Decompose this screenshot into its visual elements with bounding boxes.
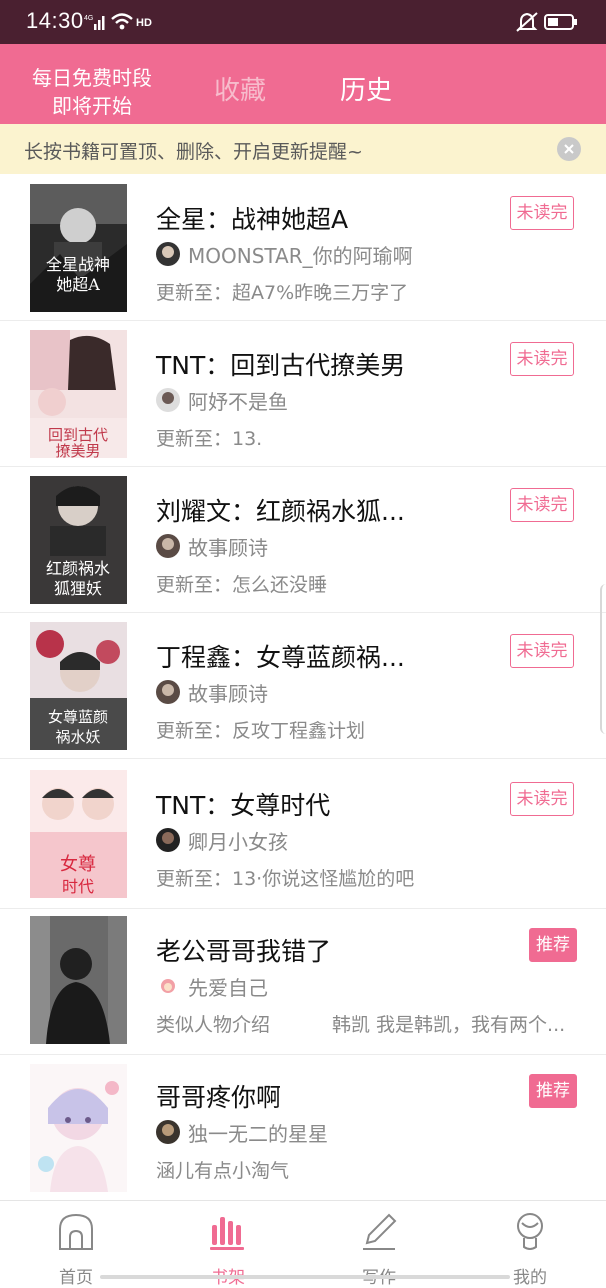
tab-favorites[interactable]: 收藏 [214, 70, 266, 107]
update-info: 更新至：13. [156, 428, 263, 450]
free-period-banner[interactable]: 每日免费时段 即将开始 [24, 64, 160, 120]
author-name: MOONSTAR_你的阿瑜啊 [188, 244, 413, 268]
promo-line-1: 每日免费时段 [32, 66, 152, 90]
unread-badge: 未读完 [510, 782, 574, 816]
update-extra: 韩凯 我是韩凯，我有两个... [332, 1014, 566, 1036]
unread-badge: 未读完 [510, 634, 574, 668]
book-title: 老公哥哥我错了 [156, 937, 332, 966]
book-item[interactable]: 全星战神 她超A 全星：战神她超A MOONSTAR_你的阿瑜啊 更新至：超A7… [0, 174, 606, 321]
top-header: 每日免费时段 即将开始 收藏 历史 [0, 44, 606, 124]
author-name: 独一无二的星星 [188, 1122, 328, 1146]
book-title: 刘耀文：红颜祸水狐... [156, 497, 405, 526]
book-title: TNT：回到古代撩美男 [156, 351, 406, 380]
update-info: 涵儿有点小淘气 [156, 1160, 290, 1182]
author-avatar [156, 388, 180, 412]
author-avatar [156, 1120, 180, 1144]
close-tip-button[interactable] [557, 137, 581, 161]
author-name: 阿妤不是鱼 [188, 390, 288, 414]
svg-text:女尊: 女尊 [60, 854, 96, 875]
svg-text:女尊蓝颜: 女尊蓝颜 [48, 708, 108, 726]
update-info: 更新至：怎么还没睡 [156, 574, 328, 596]
wifi-icon [111, 13, 133, 30]
book-cover: 女尊蓝颜 祸水妖 [30, 622, 127, 750]
cellular-signal-icon: 4G [84, 15, 105, 30]
status-time: 14:30 [26, 8, 84, 33]
author-name: 卿月小女孩 [188, 830, 288, 854]
author-name: 故事顾诗 [188, 682, 268, 706]
author-name: 先爱自己 [188, 976, 268, 1000]
unread-badge: 未读完 [510, 196, 574, 230]
unread-badge: 未读完 [510, 488, 574, 522]
unread-badge: 未读完 [510, 342, 574, 376]
close-icon [564, 144, 574, 154]
svg-text:红颜祸水: 红颜祸水 [46, 559, 110, 578]
update-info: 更新至：反攻丁程鑫计划 [156, 720, 366, 742]
book-cover: 女尊 时代 [30, 770, 127, 898]
book-title: TNT：女尊时代 [156, 791, 331, 820]
promo-line-2: 即将开始 [52, 94, 132, 118]
svg-text:祸水妖: 祸水妖 [55, 728, 100, 746]
book-item[interactable]: 红颜祸水 狐狸妖 刘耀文：红颜祸水狐... 故事顾诗 更新至：怎么还没睡 未读完 [0, 466, 606, 613]
author-name: 故事顾诗 [188, 536, 268, 560]
scroll-handle[interactable] [600, 584, 606, 734]
update-info: 更新至：超A7%昨晚三万字了 [156, 282, 409, 304]
home-indicator[interactable] [100, 1275, 510, 1279]
tip-banner: 长按书籍可置顶、删除、开启更新提醒~ [0, 124, 606, 174]
author-avatar [156, 242, 180, 266]
book-title: 哥哥疼你啊 [156, 1083, 282, 1112]
book-title: 丁程鑫：女尊蓝颜祸... [156, 643, 405, 672]
tip-text: 长按书籍可置顶、删除、开启更新提醒~ [24, 141, 363, 163]
status-bar: 14:30 4G HD [0, 0, 606, 44]
book-item[interactable]: 女尊蓝颜 祸水妖 丁程鑫：女尊蓝颜祸... 故事顾诗 更新至：反攻丁程鑫计划 未… [0, 612, 606, 759]
home-icon [59, 1213, 93, 1250]
book-title: 全星：战神她超A [156, 205, 349, 234]
book-cover [30, 916, 127, 1044]
author-avatar [156, 534, 180, 558]
mute-icon [516, 12, 538, 32]
svg-text:撩美男: 撩美男 [55, 442, 100, 458]
svg-text:她超A: 她超A [56, 275, 100, 294]
book-cover: 回到古代 撩美男 [30, 330, 127, 458]
update-info: 更新至：13·你说这怪尴尬的吧 [156, 868, 415, 890]
recommend-badge: 推荐 [529, 928, 577, 962]
svg-text:4G: 4G [84, 15, 93, 22]
book-cover: 全星战神 她超A [30, 184, 127, 312]
profile-icon [517, 1213, 543, 1250]
author-avatar [156, 680, 180, 704]
author-avatar [156, 828, 180, 852]
book-item[interactable]: 老公哥哥我错了 先爱自己 类似人物介绍 韩凯 我是韩凯，我有两个... 推荐 [0, 908, 606, 1055]
book-cover: 红颜祸水 狐狸妖 [30, 476, 127, 604]
hd-indicator: HD [136, 17, 152, 29]
tab-history[interactable]: 历史 [340, 70, 392, 107]
svg-text:狐狸妖: 狐狸妖 [54, 579, 102, 598]
update-info: 类似人物介绍 [156, 1014, 271, 1036]
battery-icon [544, 14, 577, 30]
book-item[interactable]: 回到古代 撩美男 TNT：回到古代撩美男 阿妤不是鱼 更新至：13. 未读完 [0, 320, 606, 467]
bookshelf-icon [210, 1217, 244, 1250]
bottom-nav: 首页 书架 写作 我的 [0, 1200, 606, 1288]
recommend-badge: 推荐 [529, 1074, 577, 1108]
svg-text:时代: 时代 [62, 877, 94, 896]
pen-icon [363, 1213, 397, 1250]
author-avatar [156, 974, 180, 998]
book-item[interactable]: 哥哥疼你啊 独一无二的星星 涵儿有点小淘气 推荐 [0, 1054, 606, 1200]
book-item[interactable]: 女尊 时代 TNT：女尊时代 卿月小女孩 更新至：13·你说这怪尴尬的吧 未读完 [0, 758, 606, 909]
book-cover [30, 1064, 127, 1192]
svg-text:全星战神: 全星战神 [46, 255, 110, 274]
